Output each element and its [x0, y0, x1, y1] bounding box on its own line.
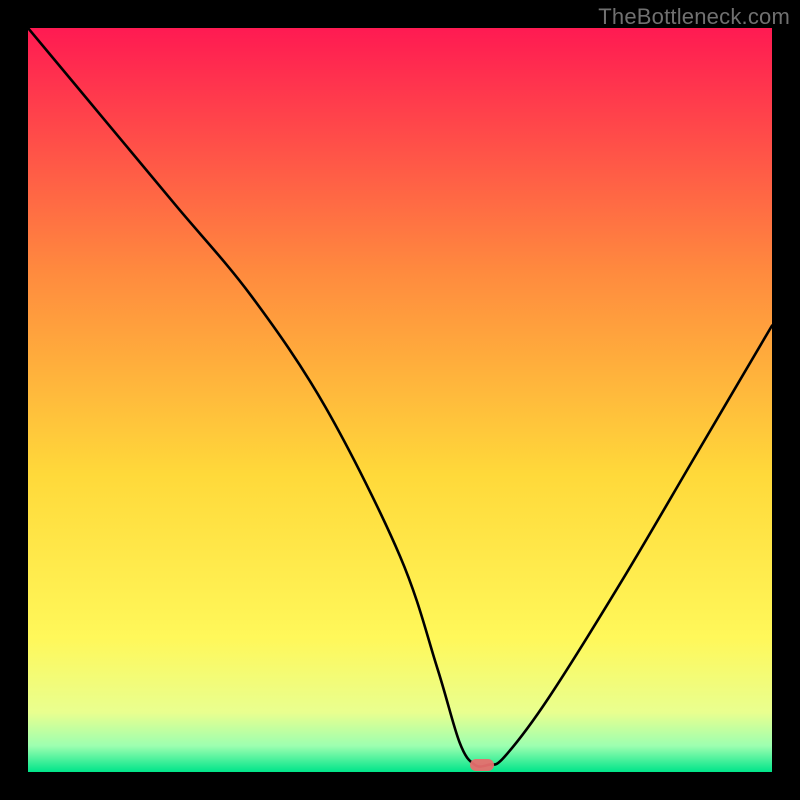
- optimal-marker: [470, 759, 494, 771]
- watermark-text: TheBottleneck.com: [598, 4, 790, 30]
- plot-svg: [28, 28, 772, 772]
- chart-frame: TheBottleneck.com: [0, 0, 800, 800]
- plot-background: [28, 28, 772, 772]
- plot-area: [28, 28, 772, 772]
